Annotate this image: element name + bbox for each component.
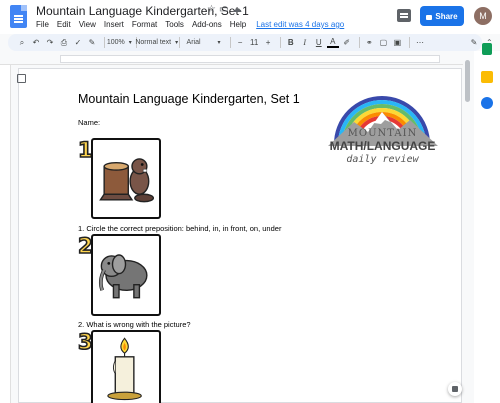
menu-file[interactable]: File <box>36 20 49 32</box>
editing-mode-icon[interactable]: ✎ <box>468 36 480 49</box>
font-select[interactable]: Arial <box>184 36 224 49</box>
title-bar: Mountain Language Kindergarten, Set 1 ☆ … <box>0 0 500 34</box>
menu-insert[interactable]: Insert <box>104 20 124 32</box>
candle-picture[interactable] <box>91 330 161 403</box>
comments-icon[interactable] <box>397 9 411 22</box>
beaver-stump-picture[interactable] <box>91 138 161 219</box>
move-folder-icon[interactable]: ▭ <box>219 4 228 15</box>
keep-icon[interactable] <box>481 71 493 83</box>
star-icon[interactable]: ☆ <box>207 4 216 15</box>
elephant-picture[interactable] <box>91 234 161 316</box>
menu-tools[interactable]: Tools <box>165 20 184 32</box>
insert-image-icon[interactable]: ▣ <box>391 36 403 49</box>
more-options-icon[interactable]: ⋯ <box>414 36 426 49</box>
docs-logo-icon[interactable] <box>10 5 27 28</box>
document-title[interactable]: Mountain Language Kindergarten, Set 1 <box>36 4 249 18</box>
highlight-icon[interactable]: ✐ <box>341 36 353 49</box>
insert-link-icon[interactable]: ⚭ <box>363 36 375 49</box>
document-heading[interactable]: Mountain Language Kindergarten, Set 1 <box>78 92 300 106</box>
print-icon[interactable]: ⎙ <box>58 36 70 49</box>
bold-button[interactable]: B <box>285 36 297 49</box>
question-2-text[interactable]: 2. What is wrong with the picture? <box>78 320 191 329</box>
vertical-ruler[interactable] <box>0 65 11 403</box>
underline-button[interactable]: U <box>313 36 325 49</box>
scrollbar-thumb[interactable] <box>465 60 470 102</box>
explore-icon[interactable] <box>448 382 462 396</box>
menu-add-ons[interactable]: Add-ons <box>192 20 222 32</box>
share-label: Share <box>435 11 458 21</box>
share-button[interactable]: Share <box>420 6 464 26</box>
vertical-scrollbar[interactable] <box>463 51 472 403</box>
undo-icon[interactable]: ↶ <box>30 36 42 49</box>
insert-comment-icon[interactable]: ▢ <box>377 36 389 49</box>
text-color-button[interactable]: A <box>326 37 339 48</box>
cloud-status-icon[interactable]: ☁ <box>232 4 242 15</box>
last-edit-link[interactable]: Last edit was 4 days ago <box>256 20 344 32</box>
candle-image <box>107 337 142 401</box>
redo-icon[interactable]: ↷ <box>44 36 56 49</box>
font-size-input[interactable]: 11 <box>248 36 260 49</box>
avatar[interactable]: M <box>474 7 492 25</box>
tasks-icon[interactable] <box>481 97 493 109</box>
logo-line-1: MOUNTAIN <box>347 128 418 139</box>
lock-icon <box>426 14 433 20</box>
menu-edit[interactable]: Edit <box>57 20 71 32</box>
increase-font-size-icon[interactable]: + <box>262 36 274 49</box>
italic-button[interactable]: I <box>299 36 311 49</box>
menu-bar: File Edit View Insert Format Tools Add-o… <box>36 20 352 32</box>
horizontal-ruler[interactable] <box>0 53 470 65</box>
paint-format-icon[interactable]: ✎ <box>86 36 98 49</box>
spellcheck-icon[interactable]: ✓ <box>72 36 84 49</box>
search-menus-icon[interactable]: ⌕ <box>16 36 28 49</box>
zoom-select[interactable]: 100% <box>107 36 130 49</box>
name-label[interactable]: Name: <box>78 118 100 127</box>
menu-help[interactable]: Help <box>230 20 246 32</box>
beaver-stump-image <box>99 158 155 203</box>
question-1-text[interactable]: 1. Circle the correct preposition: behin… <box>78 224 281 233</box>
decrease-font-size-icon[interactable]: − <box>234 36 246 49</box>
menu-view[interactable]: View <box>79 20 96 32</box>
elephant-image <box>98 254 148 299</box>
logo-line-2: MATH/LANGUAGE <box>329 139 436 153</box>
logo-line-3: daily review <box>346 154 419 165</box>
sheets-icon[interactable] <box>482 43 492 55</box>
menu-format[interactable]: Format <box>132 20 157 32</box>
document-outline-icon[interactable] <box>17 74 26 83</box>
formatting-toolbar: ⌕ ↶ ↷ ⎙ ✓ ✎ 100% Normal text Arial − 11 … <box>8 34 482 51</box>
style-select[interactable]: Normal text <box>135 36 173 49</box>
